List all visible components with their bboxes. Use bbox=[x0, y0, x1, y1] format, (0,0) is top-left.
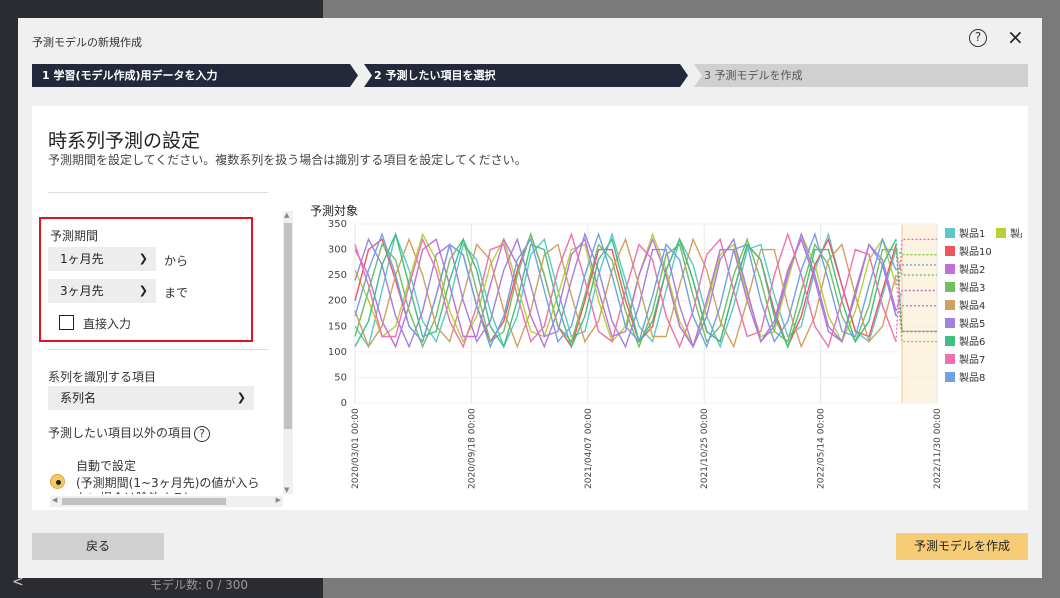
scroll-left-icon[interactable]: ◀ bbox=[52, 496, 57, 504]
settings-horizontal-scrollbar[interactable]: ◀ ▶ bbox=[50, 496, 283, 507]
period-to-select[interactable]: 3ヶ月先 ❯ bbox=[48, 279, 156, 303]
auto-setting-label: 自動で設定 bbox=[76, 459, 137, 473]
y-tick-label: 50 bbox=[334, 372, 347, 383]
legend-label: 製品9 bbox=[1010, 227, 1022, 240]
other-items-label: 予測したい項目以外の項目 bbox=[48, 426, 193, 440]
divider bbox=[48, 192, 268, 193]
scroll-up-icon[interactable]: ▲ bbox=[284, 211, 289, 219]
legend-swatch bbox=[945, 318, 955, 328]
chevron-down-icon: ❯ bbox=[138, 252, 148, 265]
x-tick-label: 2022/05/14 00:00 bbox=[817, 408, 827, 489]
y-tick-label: 250 bbox=[328, 270, 347, 281]
scrollbar-thumb[interactable] bbox=[284, 223, 292, 429]
settings-vertical-scrollbar[interactable]: ▲ ▼ bbox=[283, 211, 293, 494]
forecast-target-chart: 2020/03/01 00:00 2020/09/18 00:00 2021/04/… bbox=[328, 219, 1022, 489]
legend-label: 製品8 bbox=[959, 371, 985, 384]
y-tick-label: 100 bbox=[328, 347, 347, 358]
period-from-suffix: から bbox=[164, 254, 189, 268]
scroll-right-icon[interactable]: ▶ bbox=[276, 496, 281, 504]
legend-label: 製品3 bbox=[959, 281, 985, 294]
back-button[interactable]: 戻る bbox=[32, 533, 164, 560]
help-icon[interactable]: ? bbox=[969, 29, 987, 47]
x-tick-label: 2020/09/18 00:00 bbox=[467, 408, 477, 489]
legend-label: 製品10 bbox=[959, 245, 992, 258]
x-tick-label: 2021/04/07 00:00 bbox=[584, 408, 594, 489]
series-id-value: 系列名 bbox=[60, 391, 97, 405]
legend-label: 製品5 bbox=[959, 317, 985, 330]
legend-swatch bbox=[945, 336, 955, 346]
step-3-create-model: 3 予測モデルを作成 bbox=[694, 64, 1028, 87]
help-icon[interactable]: ? bbox=[194, 425, 211, 442]
legend-swatch bbox=[945, 300, 955, 310]
period-to-value: 3ヶ月先 bbox=[60, 284, 104, 298]
auto-setting-radio[interactable] bbox=[50, 474, 65, 489]
divider bbox=[48, 349, 268, 350]
legend-swatch bbox=[945, 228, 955, 238]
legend-swatch bbox=[996, 228, 1006, 238]
wizard-steps: 1 学習(モデル作成)用データを入力 2 予測したい項目を選択 3 予測モデルを… bbox=[32, 64, 1028, 87]
legend-label: 製品6 bbox=[959, 335, 985, 348]
series-id-label: 系列を識別する項目 bbox=[48, 370, 157, 384]
legend-label: 製品2 bbox=[959, 263, 985, 276]
legend-swatch bbox=[945, 246, 955, 256]
step-1-input-data[interactable]: 1 学習(モデル作成)用データを入力 bbox=[32, 64, 358, 87]
period-from-value: 1ヶ月先 bbox=[60, 252, 104, 266]
settings-panel: 時系列予測の設定 予測期間を設定してください。複数系列を扱う場合は識別する項目を… bbox=[32, 106, 1028, 510]
period-from-select[interactable]: 1ヶ月先 ❯ bbox=[48, 247, 156, 271]
direct-input-label: 直接入力 bbox=[83, 317, 132, 331]
x-tick-label: 2020/03/01 00:00 bbox=[351, 408, 361, 489]
y-tick-label: 300 bbox=[328, 245, 347, 256]
x-tick-label: 2021/10/25 00:00 bbox=[700, 408, 710, 489]
create-model-button[interactable]: 予測モデルを作成 bbox=[896, 533, 1028, 560]
legend-swatch bbox=[945, 264, 955, 274]
model-count-text: モデル数: 0 / 300 bbox=[150, 578, 249, 592]
page-subtitle: 予測期間を設定してください。複数系列を扱う場合は識別する項目を設定してください。 bbox=[48, 153, 527, 167]
direct-input-checkbox[interactable] bbox=[59, 315, 74, 330]
auto-setting-desc-2: ない場合は除外する) bbox=[76, 489, 276, 494]
legend-swatch bbox=[945, 282, 955, 292]
x-tick-label: 2022/11/30 00:00 bbox=[933, 408, 943, 489]
scrollbar-thumb[interactable] bbox=[62, 498, 226, 505]
chevron-down-icon: ❯ bbox=[236, 391, 246, 404]
y-tick-label: 0 bbox=[341, 398, 347, 409]
chevron-down-icon: ❯ bbox=[138, 284, 148, 297]
dialog-title: 予測モデルの新規作成 bbox=[32, 36, 142, 49]
legend-label: 製品7 bbox=[959, 353, 985, 366]
close-icon[interactable]: × bbox=[1007, 26, 1024, 48]
legend-swatch bbox=[945, 372, 955, 382]
other-items-label-wrap: 予測したい項目以外の項目? bbox=[48, 424, 211, 442]
create-model-dialog: 予測モデルの新規作成 ? × 1 学習(モデル作成)用データを入力 2 予測した… bbox=[18, 18, 1042, 578]
period-to-suffix: まで bbox=[164, 286, 189, 300]
legend-label: 製品4 bbox=[959, 299, 985, 312]
page-title: 時系列予測の設定 bbox=[48, 130, 201, 152]
step-2-select-target[interactable]: 2 予測したい項目を選択 bbox=[364, 64, 688, 87]
scroll-down-icon[interactable]: ▼ bbox=[284, 486, 289, 494]
forecast-region bbox=[901, 223, 938, 404]
y-tick-label: 150 bbox=[328, 321, 347, 332]
legend-label: 製品1 bbox=[959, 227, 985, 240]
period-label: 予測期間 bbox=[50, 229, 99, 243]
series-id-select[interactable]: 系列名 ❯ bbox=[48, 386, 254, 410]
legend-swatch bbox=[945, 354, 955, 364]
y-tick-label: 200 bbox=[328, 296, 347, 307]
y-tick-label: 350 bbox=[328, 219, 347, 230]
